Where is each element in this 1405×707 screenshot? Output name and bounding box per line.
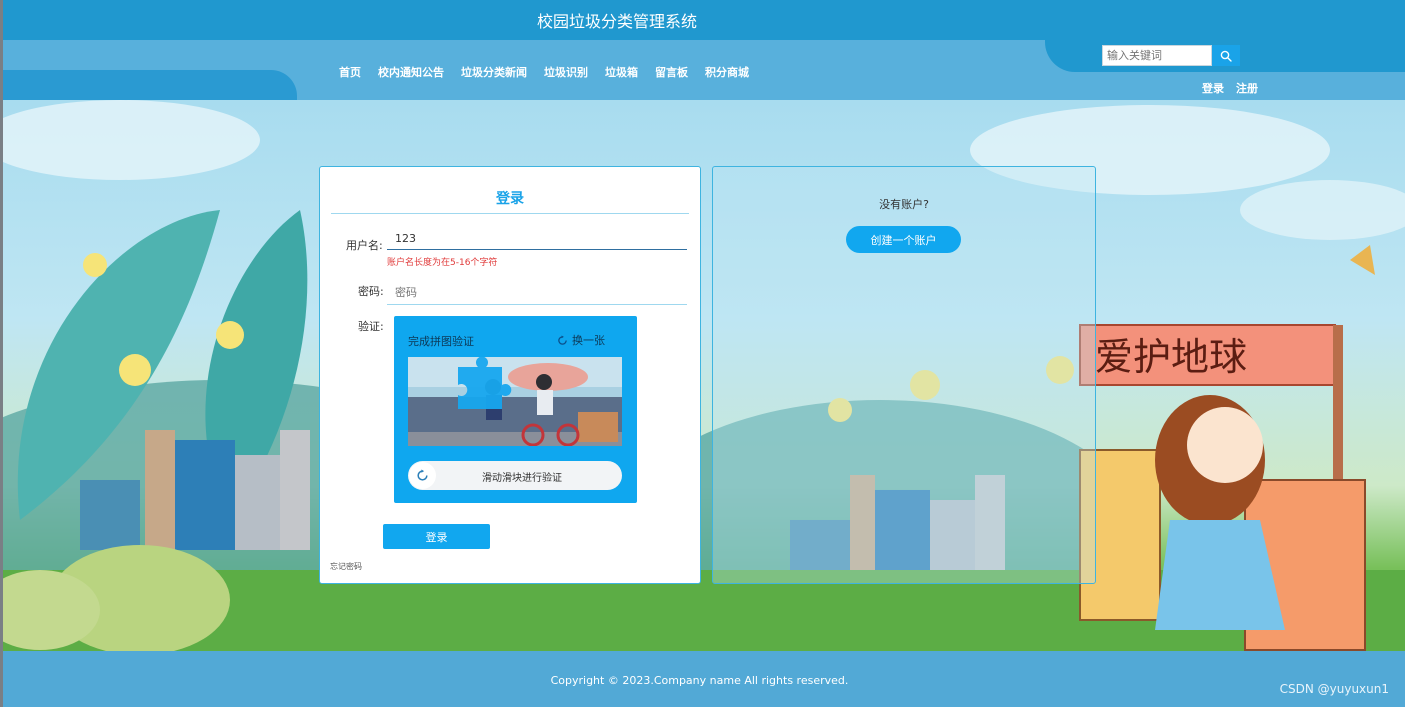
slider-hint: 滑动滑块进行验证	[482, 473, 562, 484]
password-input[interactable]	[387, 281, 687, 305]
title-divider	[331, 213, 689, 214]
forgot-password-link[interactable]: 忘记密码	[330, 561, 362, 572]
background-illustration: 爱护地球	[0, 100, 1405, 651]
csdn-watermark: CSDN @yuyuxun1	[1279, 682, 1389, 696]
create-account-button[interactable]: 创建一个账户	[846, 226, 961, 253]
search-input[interactable]	[1102, 45, 1212, 66]
captcha-refresh-button[interactable]: 换一张	[557, 332, 605, 348]
username-error: 账户名长度为在5-16个字符	[387, 258, 498, 268]
no-account-text: 没有账户?	[879, 198, 929, 211]
nav-item-home[interactable]: 首页	[339, 64, 361, 80]
nav-item-bins[interactable]: 垃圾箱	[605, 64, 638, 80]
copyright-text: Copyright © 2023.Company name All rights…	[0, 674, 1405, 687]
login-panel: 登录 用户名: 账户名长度为在5-16个字符 密码: 验证: 完成拼图验证 换一…	[319, 166, 701, 584]
username-input[interactable]	[387, 227, 687, 250]
search-box	[1102, 45, 1240, 66]
captcha-label: 验证:	[358, 320, 384, 333]
search-icon	[1220, 50, 1232, 62]
nav-item-recognition[interactable]: 垃圾识别	[544, 64, 588, 80]
login-title: 登录	[496, 191, 524, 207]
username-label: 用户名:	[346, 239, 383, 252]
puzzle-scene	[408, 357, 622, 446]
footer: Copyright © 2023.Company name All rights…	[0, 651, 1405, 707]
nav-item-news[interactable]: 垃圾分类新闻	[461, 64, 527, 80]
captcha-widget: 完成拼图验证 换一张 滑动滑块进行验证	[394, 316, 637, 503]
header-register-link[interactable]: 注册	[1236, 80, 1258, 96]
nav-item-notices[interactable]: 校内通知公告	[378, 64, 444, 80]
header-top-bar: 校园垃圾分类管理系统	[0, 0, 1405, 40]
captcha-puzzle-image	[408, 357, 622, 446]
captcha-refresh-label: 换一张	[572, 334, 605, 347]
main-nav: 首页 校内通知公告 垃圾分类新闻 垃圾识别 垃圾箱 留言板 积分商城	[339, 64, 766, 80]
scene-art: 爱护地球	[0, 100, 1405, 651]
register-panel: 没有账户? 创建一个账户	[712, 166, 1096, 584]
search-button[interactable]	[1212, 45, 1240, 66]
header-left-tab-shape	[0, 70, 297, 100]
header-login-link[interactable]: 登录	[1202, 80, 1224, 96]
site-title: 校园垃圾分类管理系统	[537, 12, 698, 31]
refresh-icon	[558, 334, 567, 345]
login-submit-button[interactable]: 登录	[383, 524, 490, 549]
nav-item-points-mall[interactable]: 积分商城	[705, 64, 749, 80]
password-label: 密码:	[358, 285, 384, 298]
captcha-slider[interactable]: 滑动滑块进行验证	[408, 461, 622, 490]
window-left-edge	[0, 0, 3, 707]
copyright-label: Copyright © 2023.Company name All rights…	[550, 674, 849, 687]
auth-links: 登录 注册	[1202, 80, 1258, 96]
banner-sign-text: 爱护地球	[1095, 335, 1247, 379]
nav-item-messages[interactable]: 留言板	[655, 64, 688, 80]
captcha-title: 完成拼图验证	[408, 335, 474, 348]
